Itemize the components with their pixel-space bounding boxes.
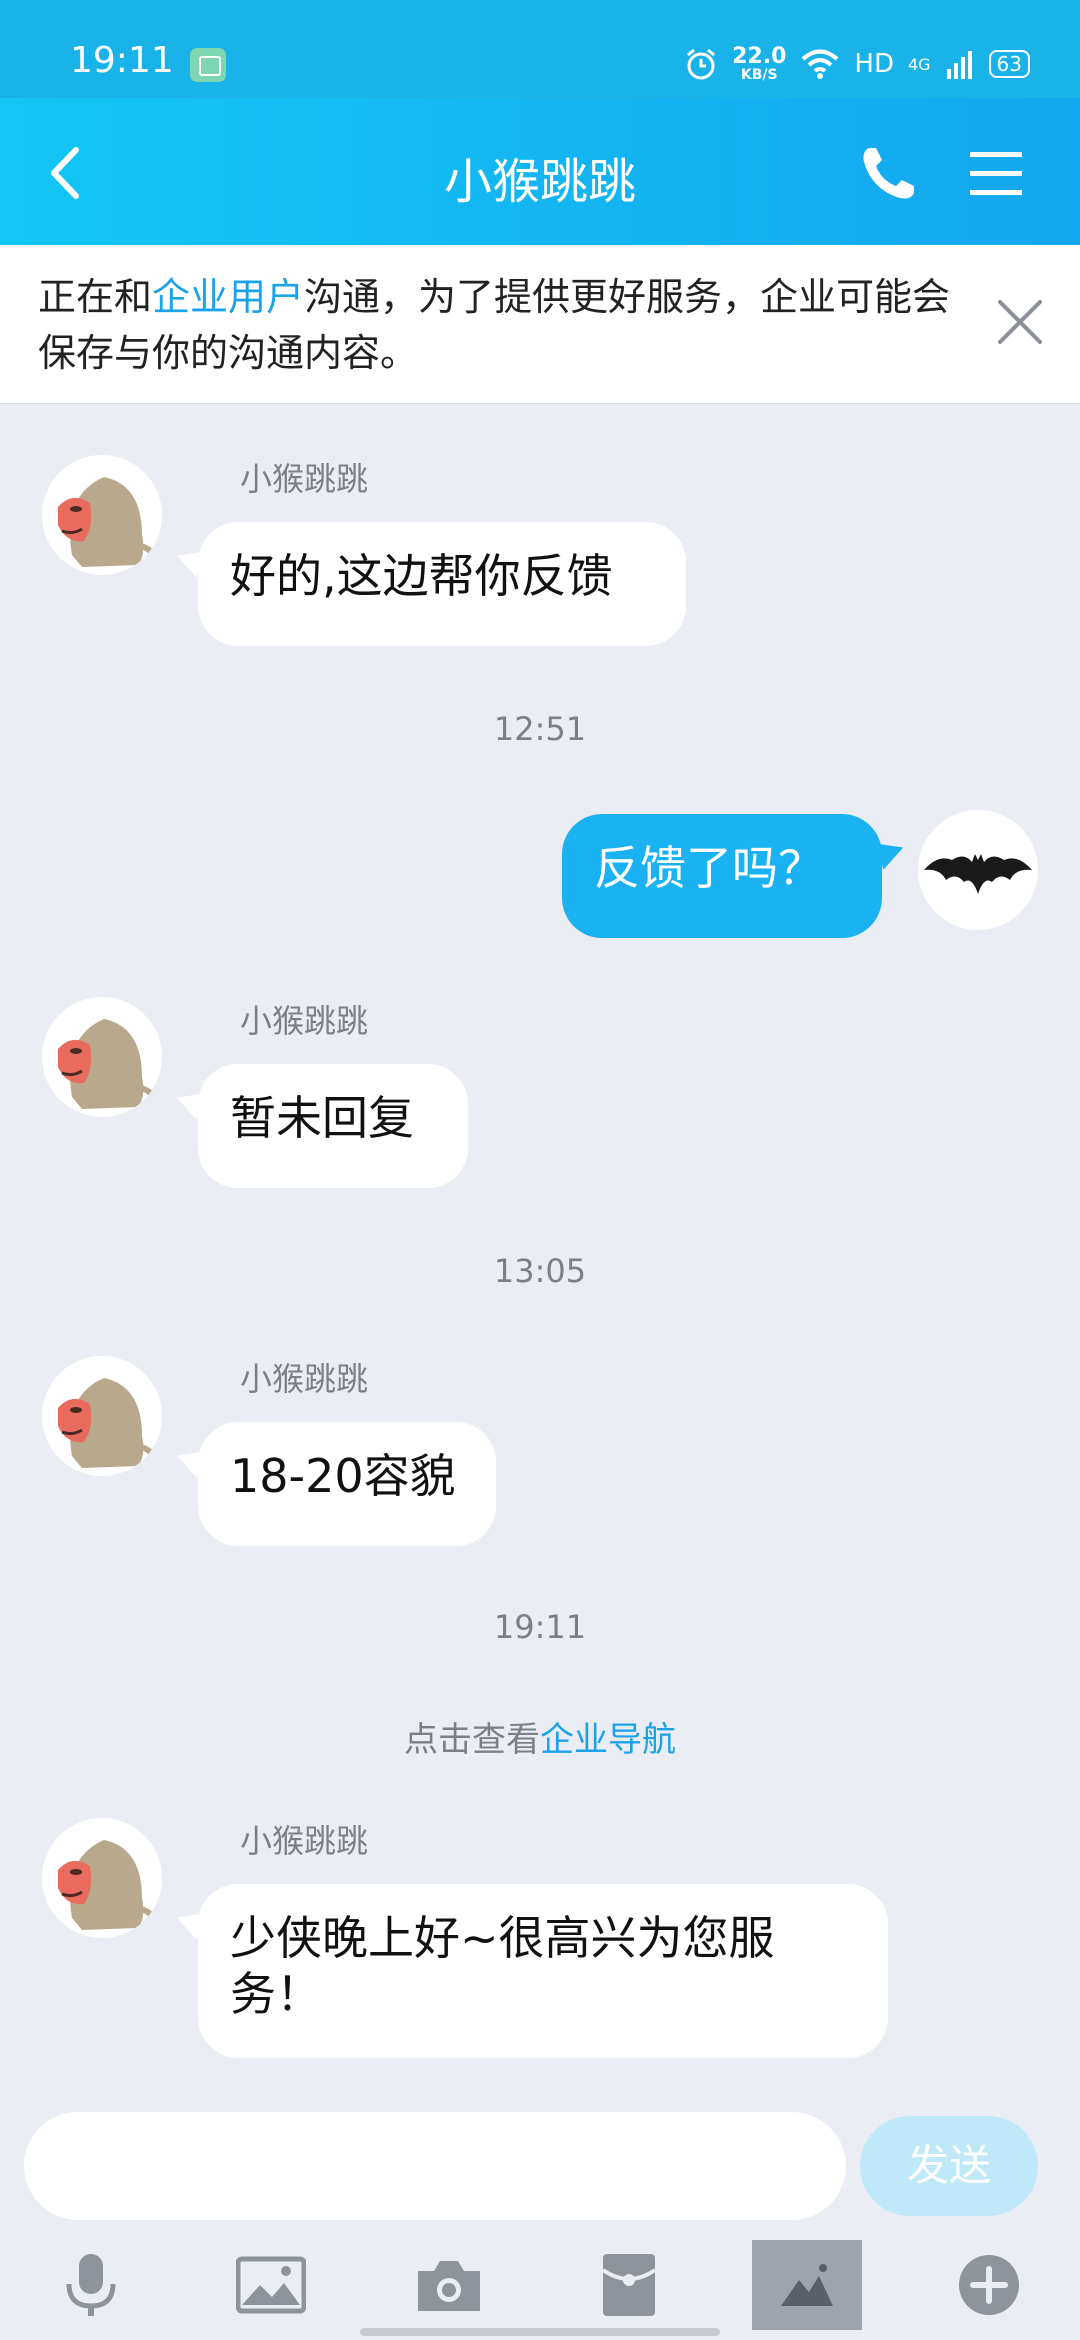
status-indicators: 22.0 KB/S HD 4G 63 <box>684 44 1030 84</box>
monkey-avatar-icon <box>42 455 162 575</box>
send-button[interactable]: 发送 <box>860 2116 1038 2216</box>
plus-circle-icon <box>959 2255 1019 2315</box>
menu-button[interactable] <box>968 146 1024 202</box>
message-timestamp: 12:51 <box>493 710 587 748</box>
incoming-message-bubble[interactable]: 好的,这边帮你反馈 <box>198 522 686 646</box>
microphone-icon <box>66 2254 116 2316</box>
phone-icon <box>863 148 914 199</box>
enterprise-user-link[interactable]: 企业用户 <box>152 275 304 319</box>
net-speed-unit: KB/S <box>740 67 778 83</box>
enterprise-nav-prefix: 点击查看 <box>404 1720 540 1760</box>
alarm-icon <box>687 48 716 80</box>
camera-button[interactable] <box>394 2240 504 2330</box>
enterprise-nav-prompt: 点击查看企业导航 <box>0 1712 1080 1761</box>
outgoing-message-bubble[interactable]: 反馈了吗？ <box>562 814 882 938</box>
message-timestamp: 13:05 <box>493 1252 587 1290</box>
net-speed: 22.0 KB/S <box>732 44 787 83</box>
message-timestamp: 19:11 <box>493 1608 587 1646</box>
enterprise-nav-link[interactable]: 企业导航 <box>540 1720 676 1760</box>
app-notification-icon <box>190 48 226 82</box>
message-input[interactable] <box>24 2112 846 2220</box>
red-packet-button[interactable] <box>574 2240 684 2330</box>
incoming-message-bubble[interactable]: 暂未回复 <box>198 1064 468 1188</box>
hamburger-menu-icon <box>970 152 1022 195</box>
home-indicator[interactable] <box>360 2328 720 2336</box>
monkey-avatar-icon <box>42 1356 162 1476</box>
monkey-avatar-icon <box>42 997 162 1117</box>
status-bar: 19:11 22.0 KB/S HD 4G 63 <box>0 0 1080 98</box>
image-icon <box>236 2256 306 2314</box>
album-button[interactable] <box>216 2240 326 2330</box>
cell-type: 4G <box>907 54 931 74</box>
gallery-button[interactable] <box>752 2240 862 2330</box>
landscape-icon <box>781 2264 833 2306</box>
sender-name: 小猴跳跳 <box>240 1002 369 1040</box>
chat-header: 小猴跳跳 <box>0 98 1080 245</box>
notice-text: 正在和企业用户沟通，为了提供更好服务，企业可能会保存与你的沟通内容。 <box>38 269 968 381</box>
sender-name: 小猴跳跳 <box>240 1360 369 1398</box>
sender-avatar[interactable] <box>42 997 162 1117</box>
more-button[interactable] <box>934 2240 1044 2330</box>
incoming-message-bubble[interactable]: 少侠晚上好~很高兴为您服务！ <box>198 1884 888 2058</box>
sender-name: 小猴跳跳 <box>240 460 369 498</box>
sender-avatar[interactable] <box>42 455 162 575</box>
net-speed-value: 22.0 <box>732 44 787 69</box>
bat-avatar-icon <box>918 810 1038 930</box>
enterprise-notice-banner: 正在和企业用户沟通，为了提供更好服务，企业可能会保存与你的沟通内容。 <box>0 245 1080 404</box>
notice-text-before: 正在和 <box>38 275 153 319</box>
sender-name: 小猴跳跳 <box>240 1822 369 1860</box>
call-button[interactable] <box>856 142 920 206</box>
sender-avatar[interactable] <box>42 1356 162 1476</box>
camera-icon <box>418 2261 480 2311</box>
notice-close-button[interactable] <box>992 294 1048 350</box>
status-time: 19:11 <box>70 40 174 81</box>
user-avatar[interactable] <box>918 810 1038 930</box>
input-toolbar <box>0 2230 1080 2340</box>
red-packet-icon <box>601 2254 657 2316</box>
battery-indicator: 63 <box>988 50 1030 78</box>
hd-indicator: HD <box>854 49 894 79</box>
sender-avatar[interactable] <box>42 1818 162 1938</box>
wifi-icon <box>802 49 839 79</box>
monkey-avatar-icon <box>42 1818 162 1938</box>
close-icon <box>998 300 1042 344</box>
voice-button[interactable] <box>36 2240 146 2330</box>
incoming-message-bubble[interactable]: 18-20容貌 <box>198 1422 496 1546</box>
signal-icon <box>946 51 972 79</box>
